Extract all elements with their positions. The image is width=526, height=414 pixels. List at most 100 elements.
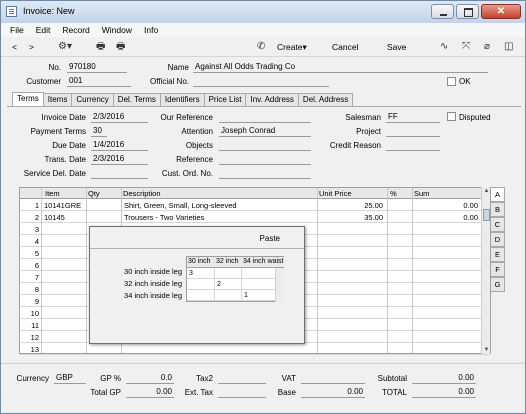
side-tab-a[interactable]: A <box>491 187 505 202</box>
disputed-checkbox[interactable] <box>447 112 456 121</box>
paste-dialog: Paste 30 inch inside leg 32 inch inside … <box>89 226 305 344</box>
attachment-icon[interactable]: ⌀ <box>484 41 490 53</box>
credit-reason-field[interactable] <box>386 140 440 151</box>
row-number: 10 <box>30 309 39 318</box>
print-icon[interactable]: 🖶 <box>96 41 105 53</box>
side-tab-e[interactable]: E <box>491 247 505 262</box>
table-row[interactable]: 13 <box>20 343 490 355</box>
grid-header: Item Qty Description Unit Price % Sum <box>20 188 490 199</box>
tab-del-terms[interactable]: Del. Terms <box>112 93 161 106</box>
col-qty[interactable]: Qty <box>88 189 100 198</box>
grid-scrollbar[interactable]: ▲ ▼ <box>481 187 490 354</box>
scroll-thumb[interactable] <box>483 209 490 221</box>
name-label: Name <box>167 63 189 72</box>
signature-icon[interactable]: ∿ <box>440 41 448 53</box>
tab-items[interactable]: Items <box>42 93 73 106</box>
close-button[interactable]: ✕ <box>481 4 521 19</box>
trans-date-label: Trans. Date <box>44 155 87 164</box>
cancel-button[interactable]: Cancel <box>332 41 358 53</box>
col-sum[interactable]: Sum <box>414 189 429 198</box>
back-button[interactable]: < <box>12 41 17 53</box>
due-date-field[interactable]: 1/4/2016 <box>91 140 148 151</box>
create-button[interactable]: Create▾ <box>277 41 307 53</box>
app-icon <box>6 6 17 17</box>
unit-price-cell[interactable]: 35.00 <box>317 213 383 222</box>
gp-pct-field: 0.0 <box>126 373 174 384</box>
tab-identifiers[interactable]: Identifiers <box>159 93 205 106</box>
tab-del-address[interactable]: Del. Address <box>297 93 354 106</box>
customer-field[interactable]: 001 <box>67 76 131 87</box>
scroll-down-icon[interactable]: ▼ <box>482 347 491 353</box>
col-percent[interactable]: % <box>390 189 397 198</box>
menu-file[interactable]: File <box>10 23 24 37</box>
item-cell[interactable]: 10145 <box>44 213 65 222</box>
side-tab-b[interactable]: B <box>491 202 505 217</box>
paste-cell[interactable] <box>187 290 215 301</box>
unit-price-cell[interactable]: 25.00 <box>317 201 383 210</box>
menu-edit[interactable]: Edit <box>36 23 51 37</box>
side-tab-d[interactable]: D <box>491 232 505 247</box>
paste-cell[interactable] <box>215 290 242 301</box>
table-row[interactable]: 2 10145 Trousers - Two Varieties 35.00 0.00 <box>20 211 490 223</box>
sum-cell[interactable]: 0.00 <box>412 201 478 210</box>
maximize-button[interactable] <box>456 4 479 19</box>
sum-cell[interactable]: 0.00 <box>412 213 478 222</box>
col-description[interactable]: Description <box>123 189 161 198</box>
tab-price-list[interactable]: Price List <box>203 93 247 106</box>
forward-button[interactable]: > <box>29 41 34 53</box>
gear-icon[interactable]: ⚙▾ <box>58 41 72 53</box>
cust-ord-no-field[interactable] <box>219 168 311 179</box>
tab-currency[interactable]: Currency <box>71 93 114 106</box>
official-no-field[interactable] <box>193 76 329 87</box>
objects-field[interactable] <box>219 140 311 151</box>
menu-info[interactable]: Info <box>144 23 158 37</box>
trans-date-field[interactable]: 2/3/2016 <box>91 154 148 165</box>
paste-cell[interactable]: 3 <box>187 268 215 279</box>
paste-scrollbar[interactable] <box>275 268 284 302</box>
row-number: 9 <box>34 297 39 306</box>
side-tab-g[interactable]: G <box>491 277 505 292</box>
description-cell[interactable]: Shirt, Green, Small, Long-sleeved <box>124 201 237 210</box>
paste-button[interactable]: Paste <box>260 234 280 243</box>
row-number: 4 <box>34 237 39 246</box>
scroll-up-icon[interactable]: ▲ <box>482 188 491 194</box>
col-item[interactable]: Item <box>45 189 60 198</box>
paste-cell[interactable]: 2 <box>215 279 242 290</box>
name-field[interactable]: Against All Odds Trading Co <box>193 62 488 73</box>
item-cell[interactable]: 10141GRE <box>44 201 81 210</box>
save-button[interactable]: Save <box>387 41 406 53</box>
service-del-date-field[interactable] <box>91 168 148 179</box>
col-unit-price[interactable]: Unit Price <box>319 189 352 198</box>
expand-icon[interactable]: ⤧ <box>462 41 470 53</box>
title-bar[interactable]: Invoice: New ✕ <box>1 1 525 23</box>
side-tab-f[interactable]: F <box>491 262 505 277</box>
due-date-label: Due Date <box>52 141 86 150</box>
row-number: 5 <box>34 249 39 258</box>
ok-checkbox[interactable] <box>447 77 456 86</box>
paste-matrix[interactable]: 30 inch 32 inch 34 inch waist 321 <box>186 256 284 302</box>
salesman-field[interactable]: FF <box>386 112 440 123</box>
attention-field[interactable]: Joseph Conrad <box>219 126 311 137</box>
cascade-icon[interactable]: ◫ <box>504 41 513 53</box>
paste-cell[interactable] <box>215 268 242 279</box>
no-field[interactable]: 970180 <box>67 62 127 73</box>
description-cell[interactable]: Trousers - Two Varieties <box>124 213 204 222</box>
minimize-button[interactable] <box>431 4 454 19</box>
side-tab-c[interactable]: C <box>491 217 505 232</box>
reference-field[interactable] <box>219 154 311 165</box>
table-row[interactable]: 1 10141GRE Shirt, Green, Small, Long-sleev… <box>20 199 490 211</box>
tab-terms[interactable]: Terms <box>12 92 44 106</box>
payment-terms-field[interactable]: 30 <box>91 126 107 137</box>
print-preview-icon[interactable]: 🖶 <box>116 41 125 53</box>
tab-inv-address[interactable]: Inv. Address <box>245 93 299 106</box>
menu-window[interactable]: Window <box>102 23 132 37</box>
paste-cell[interactable] <box>187 279 215 290</box>
our-reference-field[interactable] <box>219 112 311 123</box>
tab-bar: Terms Items Currency Del. Terms Identifi… <box>12 92 354 106</box>
menu-record[interactable]: Record <box>62 23 89 37</box>
ok-label: OK <box>459 77 471 86</box>
currency-field[interactable]: GBP <box>54 373 86 384</box>
invoice-date-field[interactable]: 2/3/2016 <box>91 112 148 123</box>
phone-icon[interactable]: ✆ <box>257 41 265 53</box>
project-field[interactable] <box>386 126 440 137</box>
